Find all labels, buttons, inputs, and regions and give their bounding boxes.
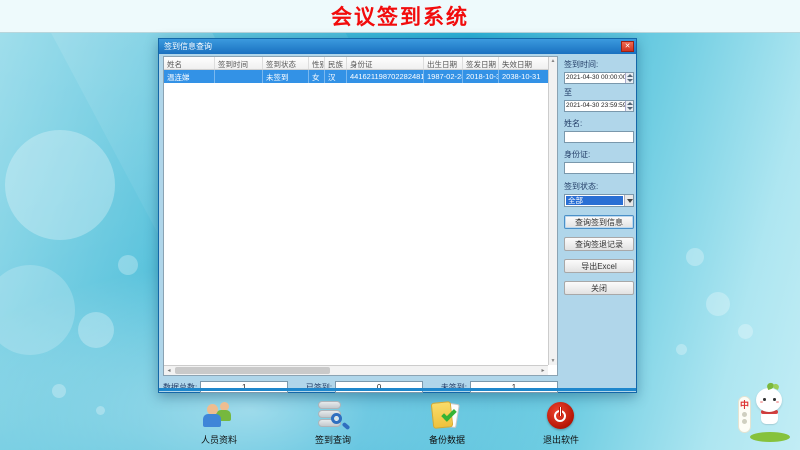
query-signin-info-button[interactable]: 查询签到信息 bbox=[564, 215, 634, 229]
table-cell: 温连娣 bbox=[164, 70, 215, 83]
window-titlebar[interactable]: 签到信息查询 ✕ bbox=[159, 39, 636, 54]
table-cell: 汉 bbox=[325, 70, 347, 83]
horizontal-scrollbar[interactable]: ◂ ▸ bbox=[164, 365, 548, 375]
status-dropdown[interactable]: 全部 bbox=[564, 194, 634, 207]
bubble bbox=[738, 324, 753, 339]
name-input[interactable] bbox=[564, 131, 634, 143]
column-header[interactable]: 姓名 bbox=[164, 57, 215, 69]
column-header[interactable]: 出生日期 bbox=[424, 57, 463, 69]
signin-table: 姓名签到时间签到状态性别民族身份证出生日期签发日期失效日期 温连娣 未签到女汉44… bbox=[163, 56, 558, 376]
table-row-selected[interactable]: 温连娣 未签到女汉4416211987022824811987-02-282018… bbox=[164, 70, 557, 83]
bubble bbox=[706, 292, 730, 316]
page-title: 会议签到系统 bbox=[331, 1, 469, 31]
table-cell: 441621198702282481 bbox=[347, 70, 424, 83]
stat-unsigned: 未签到: 1 bbox=[441, 381, 558, 393]
spinner-icon[interactable] bbox=[625, 101, 633, 111]
table-cell: 2018-10-31 bbox=[463, 70, 499, 83]
column-header[interactable]: 签到状态 bbox=[263, 57, 309, 69]
column-header[interactable]: 签到时间 bbox=[215, 57, 263, 69]
column-header[interactable]: 民族 bbox=[325, 57, 347, 69]
personnel-data-button[interactable]: 人员资料 bbox=[183, 401, 255, 446]
exit-software-button[interactable]: 退出软件 bbox=[525, 401, 597, 446]
grass-mound bbox=[750, 432, 790, 442]
mascot-head bbox=[756, 388, 782, 412]
column-header[interactable]: 身份证 bbox=[347, 57, 424, 69]
id-label: 身份证: bbox=[564, 149, 634, 160]
scroll-right-icon[interactable]: ▸ bbox=[540, 368, 546, 374]
close-icon[interactable]: ✕ bbox=[621, 41, 634, 52]
column-header[interactable]: 失效日期 bbox=[499, 57, 549, 69]
column-header[interactable]: 性别 bbox=[309, 57, 325, 69]
bubble bbox=[52, 384, 66, 398]
database-search-icon bbox=[315, 401, 351, 431]
bubble bbox=[676, 344, 687, 355]
table-cell bbox=[215, 70, 263, 83]
name-label: 姓名: bbox=[564, 118, 634, 129]
table-cell: 1987-02-28 bbox=[424, 70, 463, 83]
mascot-eye bbox=[773, 398, 776, 401]
status-label: 签到状态: bbox=[564, 181, 634, 192]
backup-data-button[interactable]: 备份数据 bbox=[411, 401, 483, 446]
bubble bbox=[78, 312, 114, 348]
bottom-toolbar: 人员资料 签到查询 备份数据 退出软件 bbox=[0, 401, 780, 446]
stat-unsigned-value: 1 bbox=[470, 381, 558, 393]
bubble bbox=[5, 130, 115, 240]
stat-total-value: 1 bbox=[200, 381, 288, 393]
tool-label: 签到查询 bbox=[315, 433, 351, 446]
spinner-icon[interactable] bbox=[625, 73, 633, 83]
vertical-scrollbar[interactable]: ▲ ▼ bbox=[548, 57, 557, 365]
signin-time-label: 签到时间: bbox=[564, 59, 634, 70]
tool-label: 退出软件 bbox=[543, 433, 579, 446]
mascot-banner: 中 bbox=[738, 396, 751, 433]
tool-label: 人员资料 bbox=[201, 433, 237, 446]
mascot-blush bbox=[760, 401, 763, 403]
tool-label: 备份数据 bbox=[429, 433, 465, 446]
table-cell: 未签到 bbox=[263, 70, 309, 83]
mascot-blush bbox=[776, 401, 779, 403]
power-icon bbox=[543, 401, 579, 431]
time-from-value: 2021-04-30 00:00:00 bbox=[566, 74, 626, 81]
time-from-picker[interactable]: 2021-04-30 00:00:00 bbox=[564, 72, 634, 84]
to-label: 至 bbox=[564, 87, 634, 98]
table-cell: 女 bbox=[309, 70, 325, 83]
banner-text: 中 bbox=[740, 400, 749, 410]
scroll-down-icon[interactable]: ▼ bbox=[550, 358, 556, 364]
time-to-picker[interactable]: 2021-04-30 23:59:59 bbox=[564, 100, 634, 112]
time-to-value: 2021-04-30 23:59:59 bbox=[566, 102, 626, 109]
column-header[interactable]: 签发日期 bbox=[463, 57, 499, 69]
folder-check-icon bbox=[429, 401, 465, 431]
query-panel: 签到时间: 2021-04-30 00:00:00 至 2021-04-30 2… bbox=[564, 56, 634, 295]
signin-query-window: 签到信息查询 ✕ 姓名签到时间签到状态性别民族身份证出生日期签发日期失效日期 温… bbox=[158, 38, 637, 393]
chevron-down-icon[interactable] bbox=[624, 195, 633, 206]
export-excel-button[interactable]: 导出Excel bbox=[564, 259, 634, 273]
stat-total: 数据总数: 1 bbox=[163, 381, 288, 393]
scroll-up-icon[interactable]: ▲ bbox=[550, 58, 556, 64]
bubble bbox=[686, 248, 704, 266]
people-icon bbox=[201, 401, 237, 431]
desktop: 会议签到系统 签到信息查询 ✕ 姓名签到时间签到状态性别民族身份证出生日期签发日… bbox=[0, 0, 800, 450]
stats-bar: 数据总数: 1 已签到: 0 未签到: 1 bbox=[163, 380, 558, 394]
stat-signed-value: 0 bbox=[335, 381, 423, 393]
close-window-button[interactable]: 关闭 bbox=[564, 281, 634, 295]
scrollbar-thumb[interactable] bbox=[175, 367, 330, 374]
stat-signed: 已签到: 0 bbox=[306, 381, 423, 393]
top-strip: 会议签到系统 bbox=[0, 0, 800, 33]
status-selected-value: 全部 bbox=[566, 196, 623, 205]
signin-query-button[interactable]: 签到查询 bbox=[297, 401, 369, 446]
mascot-eye bbox=[763, 398, 766, 401]
scroll-left-icon[interactable]: ◂ bbox=[166, 368, 172, 374]
window-body: 姓名签到时间签到状态性别民族身份证出生日期签发日期失效日期 温连娣 未签到女汉44… bbox=[159, 54, 636, 391]
query-signout-records-button[interactable]: 查询签退记录 bbox=[564, 237, 634, 251]
id-input[interactable] bbox=[564, 162, 634, 174]
mascot: 中 bbox=[732, 382, 794, 448]
bubble bbox=[118, 255, 138, 275]
table-cell: 2038-10-31 bbox=[499, 70, 549, 83]
window-bottom-edge bbox=[159, 388, 636, 391]
table-header-row: 姓名签到时间签到状态性别民族身份证出生日期签发日期失效日期 bbox=[164, 57, 557, 70]
window-title: 签到信息查询 bbox=[164, 41, 212, 52]
